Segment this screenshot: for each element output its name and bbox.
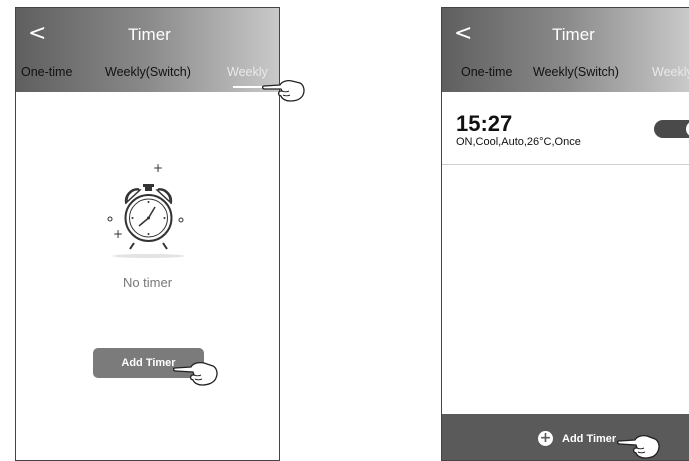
header: < Timer One-time Weekly(Switch) Weekly [16,8,279,92]
phone-screen-right: < Timer One-time Weekly(Switch) Weekly 1… [441,7,689,461]
alarm-clock-icon: + + [107,161,185,258]
pointing-hand-icon [173,361,218,386]
tab-weekly[interactable]: Weekly [652,65,689,79]
tab-one-time[interactable]: One-time [461,65,512,79]
add-timer-label: Add Timer [121,357,176,369]
active-tab-indicator [233,86,263,88]
empty-state-text: No timer [122,275,173,290]
page-title: Timer [128,25,171,44]
add-timer-label: Add Timer [562,433,617,445]
chevron-left-icon[interactable]: < [28,21,46,46]
timer-list-item[interactable]: 15:27 ON,Cool,Auto,26°C,Once [442,92,689,165]
phone-screen-left: < Timer One-time Weekly(Switch) Weekly +… [15,7,280,461]
tab-weekly-switch[interactable]: Weekly(Switch) [533,65,619,79]
plus-circle-icon: + [538,430,553,446]
svg-text:+: + [153,161,163,175]
pointing-hand-icon [262,79,305,102]
pointing-hand-icon [617,434,660,459]
svg-text:+: + [113,227,123,241]
tab-one-time[interactable]: One-time [21,65,72,79]
header: < Timer One-time Weekly(Switch) Weekly [442,8,689,92]
timer-time: 15:27 [456,111,513,136]
page-title: Timer [552,25,595,44]
tab-weekly-switch[interactable]: Weekly(Switch) [105,65,191,79]
timer-toggle[interactable] [654,120,689,138]
timer-details: ON,Cool,Auto,26°C,Once [456,136,581,148]
chevron-left-icon[interactable]: < [454,21,472,46]
